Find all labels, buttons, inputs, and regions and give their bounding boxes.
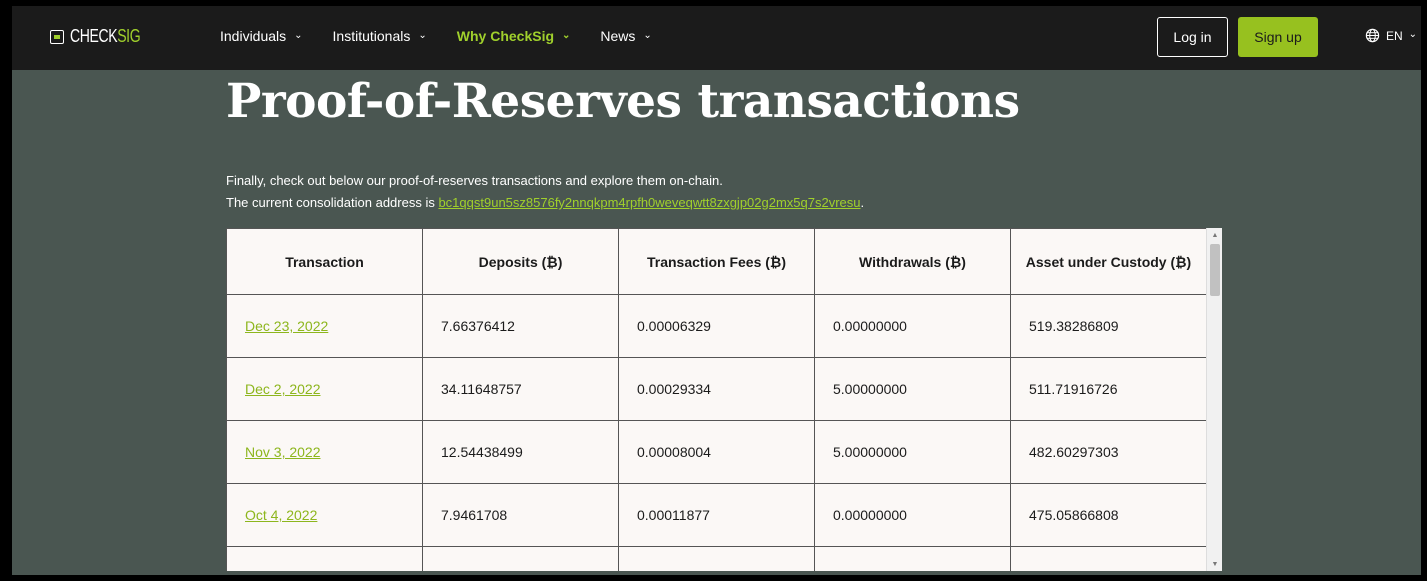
logo-icon [50, 29, 64, 44]
left-frame-edge [0, 0, 12, 581]
table-row: Dec 2, 2022 34.11648757 0.00029334 5.000… [226, 357, 1207, 421]
table-scrollbar[interactable]: ▲ ▼ [1206, 228, 1222, 571]
page: CHECKSIG Individuals ⌄ Institutionals ⌄ … [0, 0, 1427, 581]
top-navigation-bar: CHECKSIG Individuals ⌄ Institutionals ⌄ … [0, 0, 1427, 70]
transaction-cell: Nov 3, 2022 [226, 420, 423, 484]
header-deposits: Deposits (₿) [422, 228, 619, 295]
login-button[interactable]: Log in [1157, 17, 1228, 57]
logo-text: CHECKSIG [70, 26, 141, 46]
nav-news[interactable]: News ⌄ [600, 28, 651, 44]
transaction-cell: Dec 23, 2022 [226, 294, 423, 358]
fees-cell: 0.00011877 [618, 483, 815, 547]
transaction-link[interactable]: Dec 2, 2022 [245, 381, 321, 397]
withdrawals-cell: 5.00000000 [814, 420, 1011, 484]
header-withdrawals: Withdrawals (₿) [814, 228, 1011, 295]
transaction-cell: Dec 2, 2022 [226, 357, 423, 421]
withdrawals-cell: 5.00000000 [814, 357, 1011, 421]
main-nav: Individuals ⌄ Institutionals ⌄ Why Check… [220, 28, 682, 44]
custody-cell: 511.71916726 [1010, 357, 1207, 421]
transaction-link[interactable]: Dec 23, 2022 [245, 318, 328, 334]
table-row-partial [226, 546, 1207, 571]
page-title: Proof-of-Reserves transactions [226, 74, 1020, 129]
top-border [0, 0, 1427, 6]
header-transaction: Transaction [226, 228, 423, 295]
intro-text: Finally, check out below our proof-of-re… [226, 170, 864, 214]
withdrawals-cell: 0.00000000 [814, 483, 1011, 547]
table-row: Nov 3, 2022 12.54438499 0.00008004 5.000… [226, 420, 1207, 484]
deposits-cell: 12.54438499 [422, 420, 619, 484]
language-label: EN [1386, 28, 1403, 43]
table-header-row: Transaction Deposits (₿) Transaction Fee… [226, 228, 1207, 295]
chevron-down-icon: ⌄ [418, 29, 427, 41]
chevron-down-icon: ⌄ [294, 29, 303, 41]
transaction-link[interactable]: Oct 4, 2022 [245, 507, 317, 523]
transactions-table: Transaction Deposits (₿) Transaction Fee… [226, 228, 1207, 571]
scrollbar-thumb[interactable] [1210, 244, 1220, 296]
header-transaction-fees: Transaction Fees (₿) [618, 228, 815, 295]
deposits-cell: 7.9461708 [422, 483, 619, 547]
custody-cell: 519.38286809 [1010, 294, 1207, 358]
signup-button[interactable]: Sign up [1238, 17, 1318, 57]
fees-cell: 0.00006329 [618, 294, 815, 358]
chevron-down-icon: ⌄ [1408, 29, 1418, 40]
transaction-link[interactable]: Nov 3, 2022 [245, 444, 321, 460]
bottom-frame-edge [0, 575, 1427, 581]
fees-cell: 0.00029334 [618, 357, 815, 421]
nav-why-checksig[interactable]: Why CheckSig ⌄ [457, 28, 571, 44]
transaction-cell: Oct 4, 2022 [226, 483, 423, 547]
fees-cell: 0.00008004 [618, 420, 815, 484]
intro-line-2: The current consolidation address is bc1… [226, 195, 865, 210]
custody-cell: 482.60297303 [1010, 420, 1207, 484]
header-asset-under-custody: Asset under Custody (₿) [1010, 228, 1207, 295]
table-row: Oct 4, 2022 7.9461708 0.00011877 0.00000… [226, 483, 1207, 547]
chevron-down-icon: ⌄ [643, 29, 652, 41]
scroll-up-arrow-icon[interactable]: ▲ [1207, 228, 1222, 242]
nav-news-label: News [600, 28, 636, 44]
table-row: Dec 23, 2022 7.66376412 0.00006329 0.000… [226, 294, 1207, 358]
chevron-down-icon: ⌄ [562, 29, 571, 41]
custody-cell: 475.05866808 [1010, 483, 1207, 547]
nav-why-checksig-label: Why CheckSig [456, 28, 555, 44]
nav-individuals[interactable]: Individuals ⌄ [220, 28, 303, 44]
right-frame-edge [1421, 0, 1427, 581]
proof-of-reserves-table[interactable]: Transaction Deposits (₿) Transaction Fee… [226, 228, 1222, 571]
withdrawals-cell: 0.00000000 [814, 294, 1011, 358]
nav-individuals-label: Individuals [220, 28, 287, 44]
consolidation-address-link[interactable]: bc1qqst9un5sz8576fy2nnqkpm4rpfh0weveqwtt… [438, 195, 860, 210]
checksig-logo[interactable]: CHECKSIG [50, 26, 160, 47]
deposits-cell: 34.11648757 [422, 357, 619, 421]
language-selector[interactable]: EN ⌄ [1365, 28, 1417, 43]
globe-icon [1365, 28, 1380, 43]
scroll-down-arrow-icon[interactable]: ▼ [1207, 557, 1222, 571]
intro-line-1: Finally, check out below our proof-of-re… [226, 173, 723, 188]
nav-institutionals[interactable]: Institutionals ⌄ [333, 28, 427, 44]
nav-institutionals-label: Institutionals [332, 28, 411, 44]
deposits-cell: 7.66376412 [422, 294, 619, 358]
